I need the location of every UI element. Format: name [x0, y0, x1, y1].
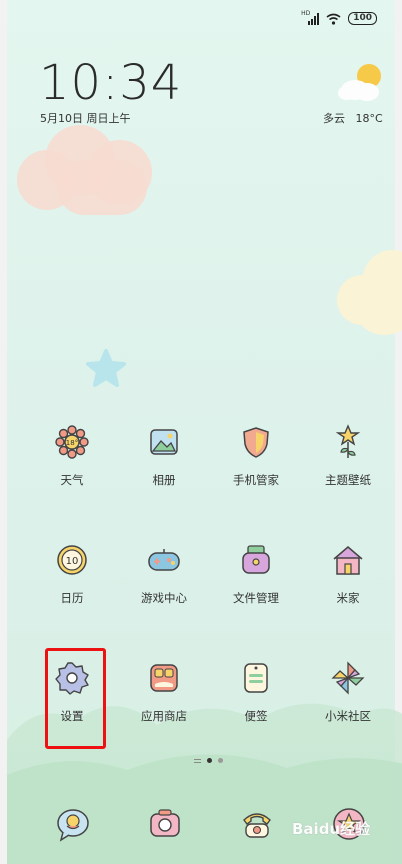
- app-gallery[interactable]: 相册: [119, 422, 209, 488]
- yellow-cloud-decoration: [337, 250, 402, 340]
- weather-summary[interactable]: 多云 18°C: [323, 110, 383, 126]
- home-screen: HD 100 10:34 5月10日 周日上午 多云 18°C 18° 天气 相…: [0, 0, 402, 864]
- status-bar: HD 100: [298, 10, 377, 25]
- themes-icon: [335, 424, 361, 458]
- app-label: 小米社区: [325, 709, 371, 723]
- app-themes[interactable]: 主题壁纸: [303, 422, 393, 488]
- weather-app-icon: 18°: [55, 425, 89, 459]
- app-label: 天气: [60, 473, 84, 487]
- app-label: 日历: [60, 591, 84, 605]
- page-indicator[interactable]: [194, 758, 223, 763]
- star-decoration: [86, 349, 126, 387]
- app-label: 米家: [336, 591, 360, 605]
- page-dot: [218, 758, 223, 763]
- home-icon: [333, 546, 363, 575]
- app-label: 主题壁纸: [325, 473, 371, 487]
- app-label: 文件管理: [233, 591, 279, 605]
- app-file-manager[interactable]: 文件管理: [211, 540, 301, 606]
- app-store-icon: [150, 664, 178, 692]
- app-notes[interactable]: 便签: [211, 658, 301, 724]
- app-calendar[interactable]: 10 日历: [27, 540, 117, 606]
- svg-text:10: 10: [66, 556, 79, 567]
- weather-condition: 多云: [323, 112, 345, 125]
- wifi-icon: [326, 13, 341, 25]
- app-weather[interactable]: 18° 天气: [27, 422, 117, 488]
- app-community[interactable]: 小米社区: [303, 658, 393, 724]
- highlight-box: [45, 648, 106, 749]
- clock-time[interactable]: 10:34: [39, 55, 182, 111]
- app-label: 便签: [244, 709, 268, 723]
- gallery-icon: [150, 429, 178, 455]
- page-dot-current: [207, 758, 212, 763]
- weather-temperature: 18°C: [355, 112, 383, 125]
- clock-date[interactable]: 5月10日 周日上午: [40, 110, 131, 126]
- app-mijia[interactable]: 米家: [303, 540, 393, 606]
- calendar-icon: 10: [57, 545, 87, 575]
- watermark: Baidu经验: [292, 820, 371, 838]
- app-store[interactable]: 应用商店: [119, 658, 209, 724]
- cellular-signal-icon: HD: [298, 10, 320, 25]
- file-manager-icon: [242, 545, 270, 574]
- app-label: 手机管家: [233, 473, 279, 487]
- app-game-center[interactable]: 游戏中心: [119, 540, 209, 606]
- battery-indicator: 100: [348, 12, 377, 25]
- gamepad-icon: [148, 549, 180, 571]
- pink-cloud-decoration: [17, 115, 167, 215]
- phone-icon[interactable]: [237, 804, 277, 844]
- messages-icon[interactable]: [53, 804, 93, 844]
- app-security[interactable]: 手机管家: [211, 422, 301, 488]
- partly-cloudy-icon[interactable]: [337, 60, 385, 104]
- camera-icon[interactable]: [145, 804, 185, 844]
- app-label: 游戏中心: [141, 591, 187, 605]
- svg-text:18°: 18°: [66, 439, 78, 447]
- app-label: 相册: [152, 473, 176, 487]
- security-shield-icon: [243, 427, 269, 458]
- notes-icon: [244, 663, 268, 693]
- community-icon: [331, 661, 365, 695]
- app-label: 应用商店: [141, 709, 187, 723]
- page-indicator-menu-icon: [194, 758, 201, 763]
